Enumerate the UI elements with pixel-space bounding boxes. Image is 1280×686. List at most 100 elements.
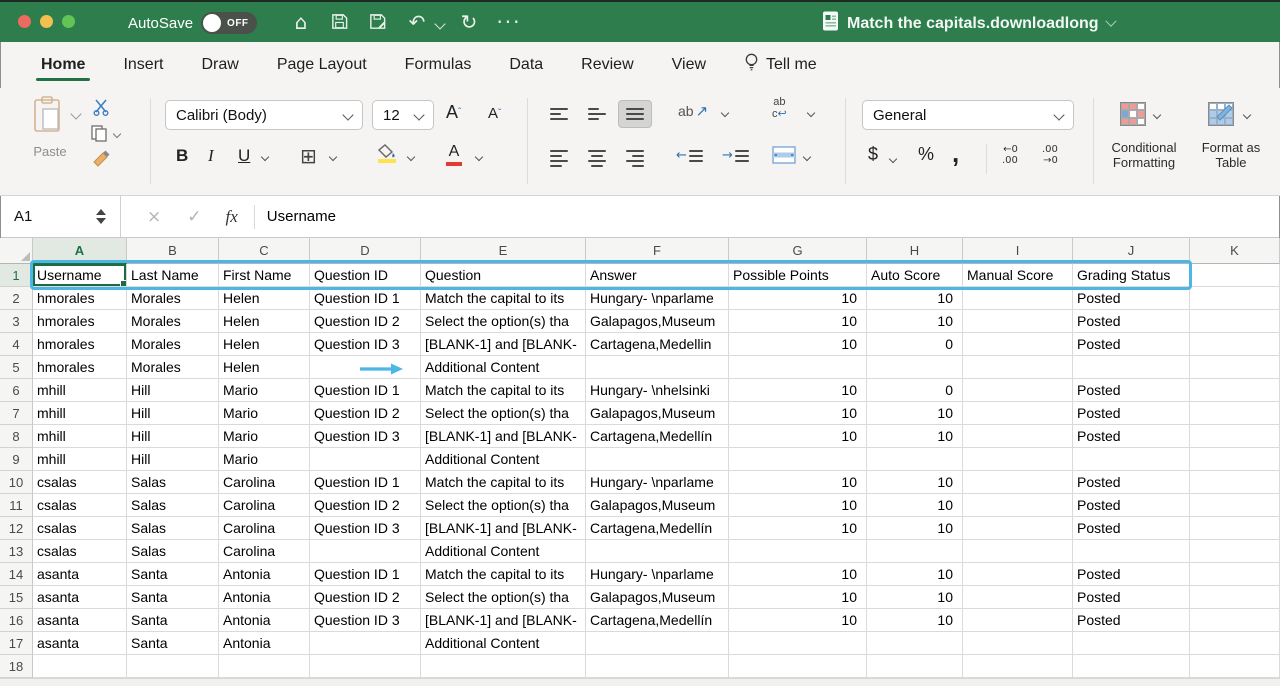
row-header-3[interactable]: 3 xyxy=(0,310,33,333)
cell-J4[interactable]: Posted xyxy=(1073,333,1190,356)
cell-G4[interactable]: 10 xyxy=(729,333,867,356)
decrease-indent-button[interactable]: ← xyxy=(676,148,703,163)
cell-A17[interactable]: asanta xyxy=(33,632,127,655)
cell-E5[interactable]: Additional Content xyxy=(421,356,586,379)
cell-E14[interactable]: Match the capital to its xyxy=(421,563,586,586)
insert-function-icon[interactable]: fx xyxy=(226,207,238,227)
cell-G8[interactable]: 10 xyxy=(729,425,867,448)
cell-C7[interactable]: Mario xyxy=(219,402,310,425)
cell-C9[interactable]: Mario xyxy=(219,448,310,471)
cell-G5[interactable] xyxy=(729,356,867,379)
cell-D5[interactable] xyxy=(310,356,421,379)
select-all-corner[interactable] xyxy=(0,238,33,264)
cell-B14[interactable]: Santa xyxy=(127,563,219,586)
bold-button[interactable]: B xyxy=(176,146,188,166)
wrap-text-chevron-icon[interactable] xyxy=(807,109,815,117)
row-header-12[interactable]: 12 xyxy=(0,517,33,540)
cell-F14[interactable]: Hungary- \nparlame xyxy=(586,563,729,586)
tab-draw[interactable]: Draw xyxy=(182,42,257,88)
cell-J18[interactable] xyxy=(1073,655,1190,678)
cell-H16[interactable]: 10 xyxy=(867,609,963,632)
cell-I15[interactable] xyxy=(963,586,1073,609)
column-header-G[interactable]: G xyxy=(729,238,867,264)
cell-E1[interactable]: Question xyxy=(421,264,586,287)
cell-D13[interactable] xyxy=(310,540,421,563)
cell-K16[interactable] xyxy=(1190,609,1280,632)
cell-J6[interactable]: Posted xyxy=(1073,379,1190,402)
cell-I6[interactable] xyxy=(963,379,1073,402)
font-name-select[interactable]: Calibri (Body) xyxy=(165,100,363,130)
column-header-H[interactable]: H xyxy=(867,238,963,264)
cell-I12[interactable] xyxy=(963,517,1073,540)
merge-center-button[interactable] xyxy=(772,146,796,164)
tab-review[interactable]: Review xyxy=(562,42,652,88)
cell-C2[interactable]: Helen xyxy=(219,287,310,310)
tab-insert[interactable]: Insert xyxy=(104,42,182,88)
cell-B10[interactable]: Salas xyxy=(127,471,219,494)
cell-K2[interactable] xyxy=(1190,287,1280,310)
row-header-9[interactable]: 9 xyxy=(0,448,33,471)
cell-I1[interactable]: Manual Score xyxy=(963,264,1073,287)
formula-bar-content[interactable]: Username xyxy=(267,208,336,225)
cell-G14[interactable]: 10 xyxy=(729,563,867,586)
cell-A2[interactable]: hmorales xyxy=(33,287,127,310)
format-as-table-button[interactable] xyxy=(1208,102,1234,126)
conditional-formatting-chevron-icon[interactable] xyxy=(1153,111,1161,119)
cell-E6[interactable]: Match the capital to its xyxy=(421,379,586,402)
cell-E15[interactable]: Select the option(s) tha xyxy=(421,586,586,609)
cell-G3[interactable]: 10 xyxy=(729,310,867,333)
column-header-J[interactable]: J xyxy=(1073,238,1190,264)
cell-A10[interactable]: csalas xyxy=(33,471,127,494)
document-title-group[interactable]: Match the capitals.downloadlong xyxy=(822,11,1115,36)
row-header-13[interactable]: 13 xyxy=(0,540,33,563)
cell-K13[interactable] xyxy=(1190,540,1280,563)
decrease-decimal-button[interactable]: ←0 .00 xyxy=(1002,144,1018,166)
cell-A6[interactable]: mhill xyxy=(33,379,127,402)
cell-E9[interactable]: Additional Content xyxy=(421,448,586,471)
row-header-10[interactable]: 10 xyxy=(0,471,33,494)
cell-A4[interactable]: hmorales xyxy=(33,333,127,356)
column-header-E[interactable]: E xyxy=(421,238,586,264)
cell-K8[interactable] xyxy=(1190,425,1280,448)
cell-K17[interactable] xyxy=(1190,632,1280,655)
cell-C15[interactable]: Antonia xyxy=(219,586,310,609)
cell-C16[interactable]: Antonia xyxy=(219,609,310,632)
cell-A13[interactable]: csalas xyxy=(33,540,127,563)
cell-D7[interactable]: Question ID 2 xyxy=(310,402,421,425)
cell-E11[interactable]: Select the option(s) tha xyxy=(421,494,586,517)
save-icon[interactable] xyxy=(326,12,352,36)
cell-K11[interactable] xyxy=(1190,494,1280,517)
cell-F13[interactable] xyxy=(586,540,729,563)
tab-view[interactable]: View xyxy=(653,42,725,88)
row-header-2[interactable]: 2 xyxy=(0,287,33,310)
cell-D11[interactable]: Question ID 2 xyxy=(310,494,421,517)
undo-menu-chevron-icon[interactable] xyxy=(434,18,445,29)
cell-G17[interactable] xyxy=(729,632,867,655)
cell-J8[interactable]: Posted xyxy=(1073,425,1190,448)
cell-B13[interactable]: Salas xyxy=(127,540,219,563)
paste-button[interactable] xyxy=(32,96,64,134)
cell-H13[interactable] xyxy=(867,540,963,563)
cell-H11[interactable]: 10 xyxy=(867,494,963,517)
cell-B18[interactable] xyxy=(127,655,219,678)
cell-H9[interactable] xyxy=(867,448,963,471)
cell-J13[interactable] xyxy=(1073,540,1190,563)
cell-C5[interactable]: Helen xyxy=(219,356,310,379)
redo-icon[interactable]: ↻ xyxy=(456,10,482,34)
cell-C12[interactable]: Carolina xyxy=(219,517,310,540)
cell-K10[interactable] xyxy=(1190,471,1280,494)
cell-E17[interactable]: Additional Content xyxy=(421,632,586,655)
tab-tell-me[interactable]: Tell me xyxy=(725,42,836,88)
cell-A18[interactable] xyxy=(33,655,127,678)
row-header-16[interactable]: 16 xyxy=(0,609,33,632)
cell-D12[interactable]: Question ID 3 xyxy=(310,517,421,540)
cell-F10[interactable]: Hungary- \nparlame xyxy=(586,471,729,494)
align-right-button[interactable] xyxy=(618,144,652,172)
paste-menu-chevron-icon[interactable] xyxy=(70,108,81,119)
row-header-4[interactable]: 4 xyxy=(0,333,33,356)
cell-J1[interactable]: Grading Status xyxy=(1073,264,1190,287)
cell-I10[interactable] xyxy=(963,471,1073,494)
align-center-button[interactable] xyxy=(580,144,614,172)
comma-format-button[interactable]: , xyxy=(952,138,959,169)
cell-F2[interactable]: Hungary- \nparlame xyxy=(586,287,729,310)
